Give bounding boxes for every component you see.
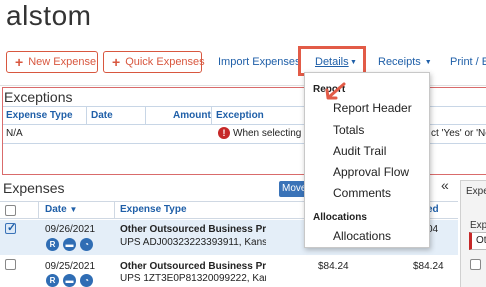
quick-expenses-label: Quick Expenses <box>125 56 205 68</box>
exceptions-col-date[interactable]: Date <box>91 110 113 121</box>
exception-type-cell: N/A <box>6 128 23 139</box>
divider <box>86 107 87 125</box>
menu-item-audit-trail[interactable]: Audit Trail <box>333 144 386 158</box>
col-date-header[interactable]: Date ▼ <box>45 204 77 215</box>
side-panel-checkbox[interactable] <box>470 259 481 270</box>
receipt-icon: R <box>46 238 59 251</box>
quick-expenses-button[interactable]: + Quick Expenses <box>103 51 205 73</box>
row-detail: UPS ADJ00323223393911, Kans <box>120 237 266 248</box>
row-checkbox[interactable] <box>5 259 16 270</box>
print-email-menu-button[interactable]: Print / Em <box>450 56 486 68</box>
plus-icon: + <box>15 54 24 70</box>
allocation-icon: ◔ <box>80 238 93 251</box>
new-expense-label: New Expense <box>28 56 97 68</box>
annotation-arrow-icon <box>325 82 346 100</box>
card-icon: ▬ <box>63 274 76 287</box>
error-icon: ! <box>218 127 230 139</box>
col-date-label: Date <box>45 204 67 215</box>
allocation-icon: ◔ <box>80 274 93 287</box>
divider <box>114 201 115 219</box>
expenses-title: Expenses <box>3 180 65 196</box>
menu-item-comments[interactable]: Comments <box>333 186 391 200</box>
row-type: Other Outsourced Business Pr <box>120 261 266 272</box>
row-amount-approved: $84.24 <box>413 261 444 272</box>
row-type: Other Outsourced Business Pr <box>120 224 266 235</box>
divider <box>211 107 212 125</box>
exception-message-tail: ct 'Yes' or 'No <box>431 128 486 139</box>
side-panel-select[interactable]: Ot <box>469 232 486 250</box>
select-all-checkbox[interactable] <box>5 205 16 216</box>
details-label: Details <box>315 56 349 68</box>
menu-heading-allocations: Allocations <box>313 212 367 223</box>
row-detail: UPS 1ZT3E0P81320099222, Kan <box>120 273 266 284</box>
exceptions-col-exception[interactable]: Exception <box>216 110 264 121</box>
caret-down-icon: ▼ <box>424 59 432 66</box>
side-panel-value: Ot <box>476 235 486 246</box>
plus-icon: + <box>112 54 121 70</box>
side-panel-heading: Expe <box>466 186 486 197</box>
row-amount: $84.24 <box>318 261 349 272</box>
new-expense-button[interactable]: + New Expense <box>6 51 98 73</box>
row-date: 09/26/2021 <box>45 224 96 235</box>
details-dropdown-menu: Report Report Header Totals Audit Trail … <box>304 72 430 248</box>
exception-message-cell: When selecting a <box>233 128 310 139</box>
divider <box>38 201 39 219</box>
receipt-icon: R <box>46 274 59 287</box>
menu-item-totals[interactable]: Totals <box>333 123 364 137</box>
menu-item-report-header[interactable]: Report Header <box>333 101 412 115</box>
exceptions-col-type[interactable]: Expense Type <box>6 110 73 121</box>
page-title: alstom <box>6 0 92 31</box>
divider <box>145 107 146 125</box>
import-expenses-link[interactable]: Import Expenses <box>218 56 301 68</box>
col-type-header[interactable]: Expense Type <box>120 204 187 215</box>
receipts-label: Receipts <box>378 56 421 68</box>
caret-down-icon: ▼ <box>350 59 357 66</box>
receipts-menu-button[interactable]: Receipts ▼ <box>378 56 432 68</box>
menu-item-approval-flow[interactable]: Approval Flow <box>333 165 409 179</box>
sort-down-icon: ▼ <box>69 205 78 214</box>
side-panel-label: Exp <box>470 220 486 231</box>
exceptions-col-amount[interactable]: Amount <box>173 110 211 121</box>
collapse-panel-icon[interactable]: « <box>441 177 449 193</box>
card-icon: ▬ <box>63 238 76 251</box>
menu-item-allocations[interactable]: Allocations <box>333 229 391 243</box>
exceptions-title: Exceptions <box>4 89 73 105</box>
row-date: 09/25/2021 <box>45 261 96 272</box>
row-checkbox[interactable] <box>5 221 16 234</box>
